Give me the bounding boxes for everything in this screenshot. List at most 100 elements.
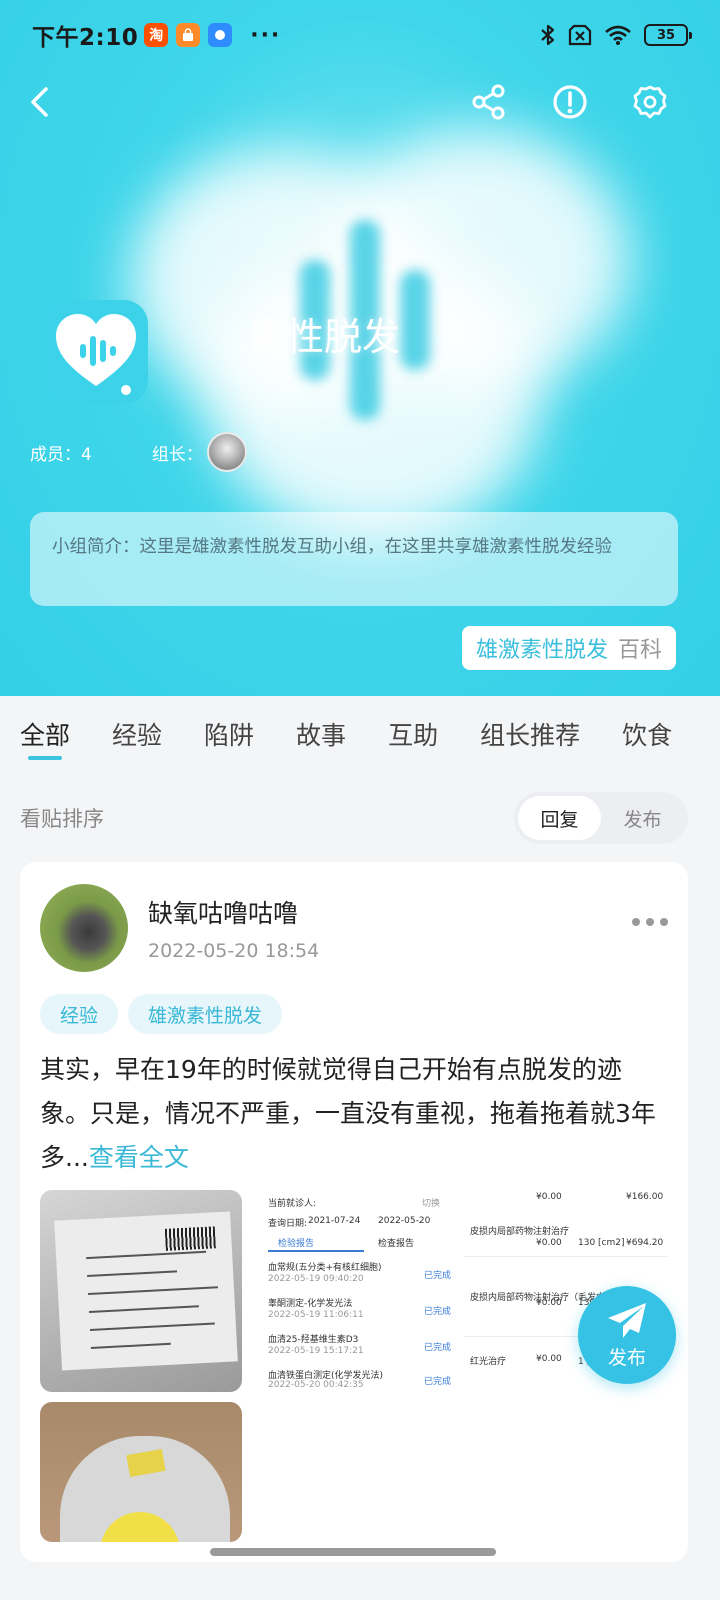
report-row-time: 2022-05-19 15:17:21 (268, 1346, 364, 1356)
taobao-icon-text: 淘 (149, 28, 164, 44)
tab-leader-picks[interactable]: 组长推荐 (480, 696, 580, 772)
bill-total: ¥694.20 (626, 1238, 664, 1248)
more-options-button[interactable] (632, 918, 668, 926)
group-name: 素性脱发 (248, 315, 401, 359)
report-row-status: 已完成 (424, 1307, 452, 1317)
report-date-to: 2022-05-20 (378, 1216, 431, 1226)
sort-label: 看贴排序 (20, 807, 104, 831)
report-date-label: 查询日期: (268, 1219, 308, 1229)
report-date-from: 2021-07-24 (308, 1216, 361, 1226)
text-line (88, 1286, 218, 1296)
tag-experience[interactable]: 经验 (40, 994, 119, 1034)
document-paper (54, 1211, 238, 1371)
divider (464, 1256, 668, 1257)
more-notifications-icon: ··· (250, 22, 282, 48)
report-row-status: 已完成 (424, 1343, 452, 1353)
post-image-photo[interactable] (40, 1402, 242, 1542)
report-patient: 当前就诊人: (268, 1199, 317, 1209)
member-count: 成员：4 (30, 444, 92, 465)
bill-item: 红光治疗 (470, 1357, 507, 1367)
report-row-time: 2022-05-19 11:06:11 (268, 1310, 364, 1320)
wiki-button[interactable]: 雄激素性脱发 百科 (461, 626, 676, 670)
post-tags: 经验 雄激素性脱发 (40, 994, 283, 1034)
paper-plane-icon (608, 1302, 646, 1338)
sort-by-publish[interactable]: 发布 (601, 796, 684, 840)
bill-price: ¥0.00 (536, 1354, 562, 1364)
report-row-status: 已完成 (424, 1377, 452, 1387)
sound-wave-bar (400, 270, 430, 370)
sort-toggle: 回复 发布 (514, 792, 688, 844)
report-row-status: 已完成 (424, 1271, 452, 1281)
no-sim-icon (568, 24, 592, 46)
bill-top-total: ¥166.00 (626, 1192, 664, 1202)
author-avatar[interactable] (40, 884, 128, 972)
leader-avatar[interactable] (206, 432, 247, 472)
report-tab-exam: 检验报告 (278, 1239, 315, 1249)
post-time: 2022-05-20 18:54 (148, 940, 320, 962)
members-row: 成员：4 组长： (30, 432, 247, 472)
text-line (87, 1270, 178, 1278)
dot-icon (632, 918, 640, 926)
tab-mutual-help[interactable]: 互助 (388, 696, 438, 772)
leader-label: 组长： (151, 444, 203, 465)
wifi-icon (605, 25, 631, 45)
report-tab-check: 检查报告 (378, 1239, 415, 1249)
heart-soundwave-icon (56, 314, 136, 395)
tab-diet[interactable]: 饮食 (622, 696, 672, 772)
tag-topic[interactable]: 雄激素性脱发 (128, 994, 283, 1034)
report-row-name: 血清25-羟基维生素D3 (268, 1335, 359, 1345)
bill-price: ¥0.00 (536, 1238, 562, 1248)
sort-row: 看贴排序 回复 发布 (0, 786, 720, 850)
group-leader[interactable]: 组长： (152, 432, 247, 472)
shopping-bag-icon (176, 23, 201, 47)
report-row-time: 2022-05-19 09:40:20 (268, 1274, 364, 1284)
share-button[interactable] (467, 80, 511, 124)
category-tabs: 全部 经验 陷阱 故事 互助 组长推荐 饮食 (0, 696, 720, 772)
back-arrow-icon (31, 87, 48, 117)
bluetooth-icon (541, 24, 555, 46)
sort-by-reply[interactable]: 回复 (518, 796, 601, 840)
report-row-name: 血常规(五分类+有核红细胞) (268, 1263, 382, 1273)
report-row-time: 2022-05-20 00:42:35 (268, 1380, 364, 1390)
author-name[interactable]: 缺氧咕噜咕噜 (148, 894, 298, 930)
bill-item: 皮损内局部药物注射治疗 (470, 1227, 570, 1237)
text-line (89, 1322, 215, 1331)
post-image-document[interactable] (40, 1190, 242, 1392)
bill-qty: 130 [cm2] (578, 1238, 625, 1248)
status-time: 下午2:10 (32, 25, 139, 51)
battery-icon: 35 (644, 24, 692, 46)
publish-fab[interactable]: 发布 (578, 1286, 676, 1384)
group-intro: 小组简介：这里是雄激素性脱发互助小组，在这里共享雄激素性脱发经验 (30, 512, 678, 606)
tab-all[interactable]: 全部 (20, 696, 70, 772)
tab-stories[interactable]: 故事 (296, 696, 346, 772)
report-row-name: 睾酮测定-化学发光法 (268, 1299, 353, 1309)
group-logo (44, 300, 148, 418)
settings-button[interactable] (628, 80, 672, 124)
battery-level: 35 (656, 27, 676, 43)
taobao-icon: 淘 (144, 23, 169, 47)
text-line (88, 1305, 199, 1314)
text-line (90, 1342, 171, 1349)
wiki-keyword: 雄激素性脱发 (475, 638, 608, 663)
message-bubble-icon (208, 23, 233, 47)
bill-price: ¥0.00 (536, 1298, 562, 1308)
gear-icon (633, 85, 667, 119)
post-image-report[interactable]: 当前就诊人: 切换 查询日期: 2021-07-24 2022-05-20 检验… (252, 1190, 454, 1392)
home-indicator[interactable] (210, 1548, 496, 1556)
read-more-link[interactable]: 查看全文 (89, 1143, 189, 1172)
tab-experience[interactable]: 经验 (112, 696, 162, 772)
dot-icon (660, 918, 668, 926)
tab-pitfalls[interactable]: 陷阱 (204, 696, 254, 772)
exclamation-icon (553, 85, 587, 119)
bill-top-price: ¥0.00 (536, 1192, 562, 1202)
top-nav-bar (0, 80, 720, 130)
wiki-suffix: 百科 (617, 638, 662, 663)
text-line (86, 1250, 207, 1260)
dot-icon (646, 918, 654, 926)
publish-label: 发布 (607, 1346, 646, 1369)
report-switch: 切换 (422, 1199, 441, 1209)
post-card[interactable]: 缺氧咕噜咕噜 2022-05-20 18:54 经验 雄激素性脱发 其实，早在1… (20, 862, 688, 1562)
back-button[interactable] (18, 80, 62, 124)
post-body[interactable]: 其实，早在19年的时候就觉得自己开始有点脱发的迹象。只是，情况不严重，一直没有重… (40, 1048, 668, 1180)
report-button[interactable] (548, 80, 592, 124)
